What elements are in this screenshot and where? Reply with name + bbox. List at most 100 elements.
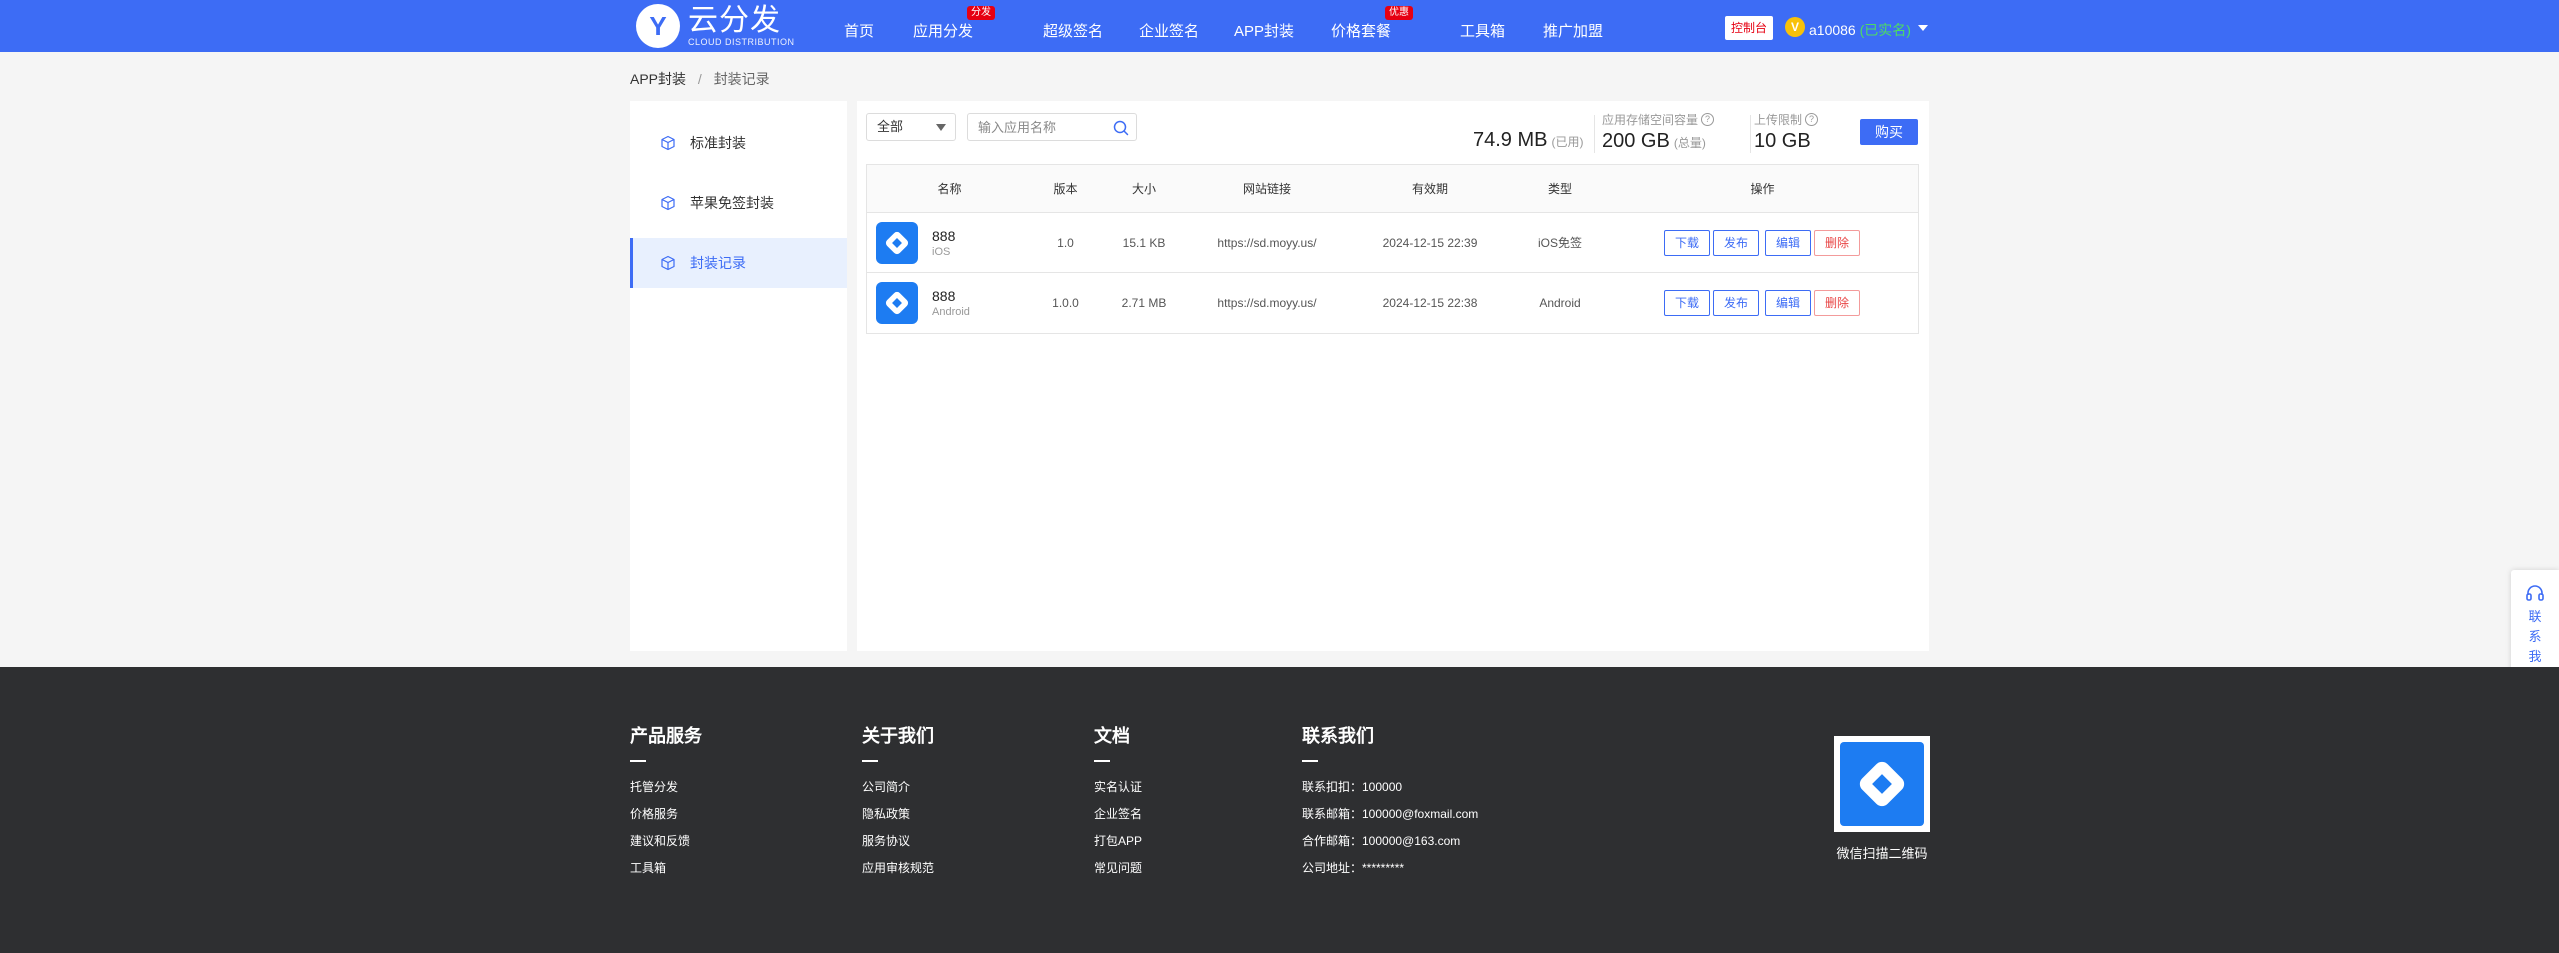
breadcrumb-current: 封装记录: [713, 71, 770, 87]
search-box: [967, 113, 1137, 141]
sidebar-item-apple-package[interactable]: 苹果免签封装: [630, 178, 847, 228]
footer-column-title: 产品服务: [630, 726, 702, 746]
download-button[interactable]: 下载: [1664, 290, 1710, 316]
sidebar-item-standard-package[interactable]: 标准封装: [630, 118, 847, 168]
publish-button[interactable]: 发布: [1713, 290, 1759, 316]
divider: [1750, 115, 1751, 153]
footer-column-title: 文档: [1094, 726, 1130, 746]
vip-icon: V: [1785, 17, 1805, 37]
nav-pricing[interactable]: 价格套餐 优惠: [1331, 6, 1414, 41]
wechat-qr-code: [1834, 736, 1930, 832]
used-storage: 74.9 MB (已用): [1473, 129, 1583, 152]
nav-enterprise-signature[interactable]: 企业签名: [1139, 20, 1199, 41]
logo-subtitle: CLOUD DISTRIBUTION: [688, 37, 795, 47]
footer-link[interactable]: 建议和反馈: [630, 828, 702, 855]
cell-version: 1.0.0: [1052, 296, 1079, 310]
type-filter-select[interactable]: 全部: [866, 113, 956, 141]
publish-button[interactable]: 发布: [1713, 230, 1759, 256]
column-header-size: 大小: [1131, 182, 1156, 196]
app-logo-icon: [885, 231, 909, 255]
table-row: 888 Android 1.0.0 2.71 MB https://sd.moy…: [867, 273, 1918, 333]
nav-home[interactable]: 首页: [844, 20, 874, 41]
upload-limit-label: 上传限制: [1754, 113, 1803, 127]
delete-button[interactable]: 删除: [1814, 230, 1860, 256]
search-input[interactable]: [968, 114, 1108, 140]
divider: [1302, 760, 1318, 762]
storage-capacity: 应用存储空间容量? 200 GB (总量): [1602, 111, 1715, 153]
footer-link[interactable]: 企业签名: [1094, 801, 1142, 828]
footer-link[interactable]: 服务协议: [862, 828, 934, 855]
footer-link[interactable]: 实名认证: [1094, 774, 1142, 801]
app-platform: Android: [932, 306, 970, 318]
download-button[interactable]: 下载: [1664, 230, 1710, 256]
username: a10086: [1809, 22, 1856, 38]
main-panel: 全部 74.9 MB(已用) 应用存储空间容量? 200 GB(总量) 上传限制…: [857, 101, 1929, 651]
app-name: 888: [932, 228, 956, 244]
sidebar-item-label: 封装记录: [690, 255, 746, 271]
nav-badge-distribution: 分发: [967, 6, 996, 20]
breadcrumb-root[interactable]: APP封装: [630, 71, 686, 87]
nav-super-signature[interactable]: 超级签名: [1043, 20, 1103, 41]
qr-caption: 微信扫描二维码: [1836, 846, 1928, 861]
app-name: 888: [932, 288, 956, 304]
footer-column-title: 关于我们: [862, 726, 934, 746]
cell-version: 1.0: [1057, 236, 1074, 250]
footer-link[interactable]: 隐私政策: [862, 801, 934, 828]
cell-type: iOS免签: [1537, 236, 1582, 250]
cell-expiry: 2024-12-15 22:38: [1382, 296, 1478, 310]
footer-contact-email: 联系邮箱：100000@foxmail.com: [1302, 807, 1479, 821]
delete-button[interactable]: 删除: [1814, 290, 1860, 316]
edit-button[interactable]: 编辑: [1765, 290, 1811, 316]
records-table: 名称 版本 大小 网站链接 有效期 类型 操作 888 iOS 1.0 15.1…: [866, 164, 1919, 334]
cell-size: 2.71 MB: [1121, 296, 1167, 310]
float-label-1: 联: [2528, 609, 2542, 624]
sidebar: 标准封装 苹果免签封装 封装记录: [630, 101, 847, 651]
cell-type: Android: [1539, 296, 1581, 310]
nav-app-distribution[interactable]: 应用分发 分发: [913, 6, 996, 41]
app-logo-icon: [885, 291, 909, 315]
app-platform: iOS: [932, 246, 951, 258]
divider: [862, 760, 878, 762]
column-header-version: 版本: [1053, 182, 1078, 196]
footer: 产品服务 托管分发 价格服务 建议和反馈 工具箱 关于我们 公司简介 隐私政策 …: [0, 667, 2559, 953]
footer-link[interactable]: 应用审核规范: [862, 855, 934, 882]
nav-app-package[interactable]: APP封装: [1234, 20, 1294, 41]
footer-link[interactable]: 托管分发: [630, 774, 702, 801]
footer-link[interactable]: 常见问题: [1094, 855, 1142, 882]
divider: [1094, 760, 1110, 762]
help-icon[interactable]: ?: [1701, 113, 1715, 126]
cell-url[interactable]: https://sd.moyy.us/: [1189, 273, 1345, 333]
footer-partner-email: 合作邮箱：100000@163.com: [1302, 834, 1461, 848]
footer-link[interactable]: 工具箱: [630, 855, 702, 882]
edit-button[interactable]: 编辑: [1765, 230, 1811, 256]
footer-link[interactable]: 公司简介: [862, 774, 934, 801]
dropdown-arrow-icon: [936, 124, 946, 131]
table-header: 名称 版本 大小 网站链接 有效期 类型 操作: [867, 165, 1918, 213]
nav-affiliate[interactable]: 推广加盟: [1543, 20, 1603, 41]
sidebar-item-label: 苹果免签封装: [690, 195, 774, 211]
cell-size: 15.1 KB: [1122, 236, 1166, 250]
logo[interactable]: Y 云分发 CLOUD DISTRIBUTION: [636, 2, 795, 50]
cube-icon: [661, 195, 675, 211]
used-storage-value: 74.9 MB: [1473, 129, 1548, 151]
footer-address: 公司地址：*********: [1302, 861, 1405, 875]
console-button[interactable]: 控制台: [1725, 16, 1773, 40]
buy-button[interactable]: 购买: [1860, 119, 1918, 145]
chevron-down-icon[interactable]: [1918, 25, 1928, 31]
nav-toolbox[interactable]: 工具箱: [1460, 20, 1505, 41]
help-icon[interactable]: ?: [1805, 113, 1819, 126]
footer-link[interactable]: 打包APP: [1094, 828, 1142, 855]
footer-link[interactable]: 价格服务: [630, 801, 702, 828]
cell-url[interactable]: https://sd.moyy.us/: [1189, 213, 1345, 273]
user-menu[interactable]: a10086 (已实名): [1809, 20, 1911, 40]
logo-icon: Y: [636, 4, 680, 48]
top-navbar: Y 云分发 CLOUD DISTRIBUTION 首页 应用分发 分发 超级签名 …: [0, 0, 2559, 52]
footer-column-docs: 文档 实名认证 企业签名 打包APP 常见问题: [1094, 726, 1142, 882]
upload-limit-value: 10 GB: [1754, 130, 1811, 152]
cell-expiry: 2024-12-15 22:39: [1382, 236, 1478, 250]
breadcrumb: APP封装 / 封装记录: [630, 69, 770, 89]
storage-capacity-value: 200 GB: [1602, 130, 1670, 152]
app-icon: [876, 282, 918, 324]
sidebar-item-package-records[interactable]: 封装记录: [630, 238, 847, 288]
search-icon[interactable]: [1112, 119, 1130, 137]
